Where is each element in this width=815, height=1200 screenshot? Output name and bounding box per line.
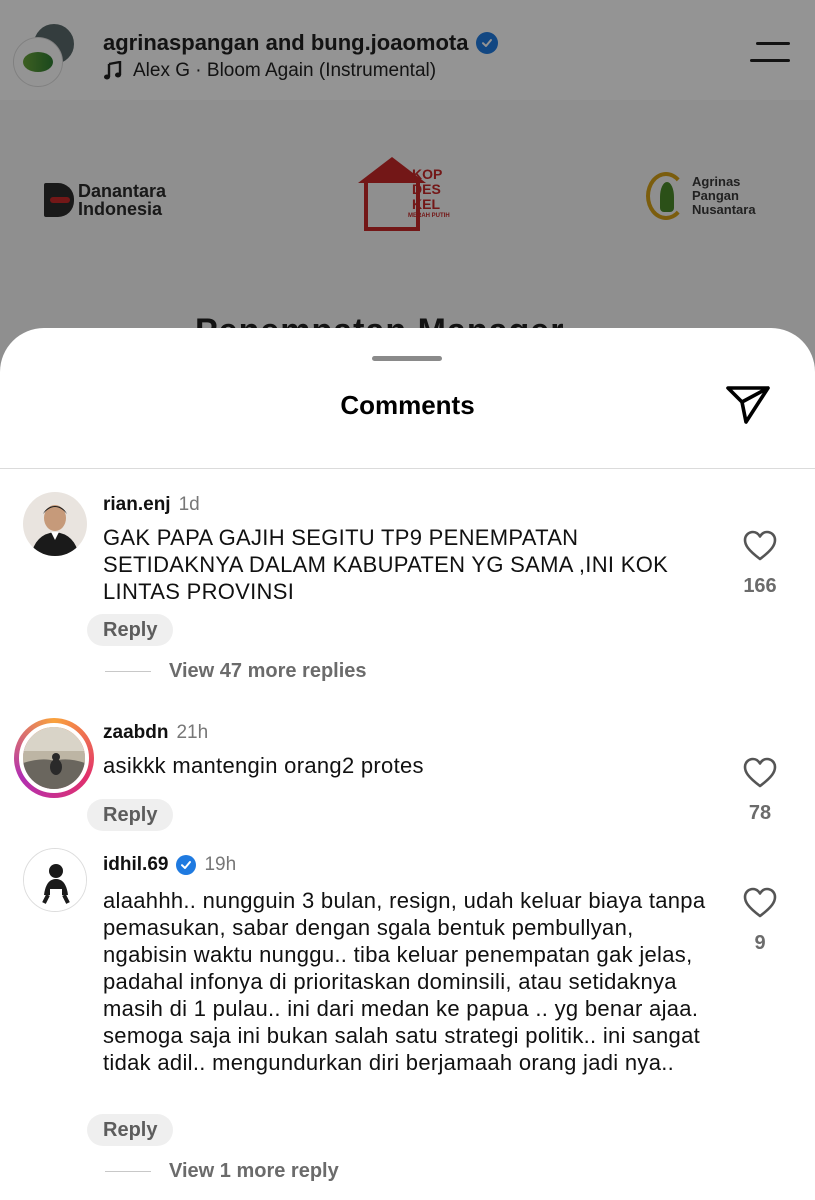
sheet-backdrop[interactable]: [0, 0, 815, 360]
comment-username[interactable]: zaabdn: [103, 722, 168, 744]
view-replies-button[interactable]: View 1 more reply: [105, 1160, 339, 1183]
comment-meta: idhil.69 19h: [103, 854, 236, 876]
comment-meta: zaabdn 21h: [103, 722, 208, 744]
like-button[interactable]: 166: [738, 530, 782, 598]
heart-icon: [743, 757, 777, 788]
like-button[interactable]: 9: [738, 887, 782, 955]
heart-icon: [743, 530, 777, 561]
divider: [0, 468, 815, 469]
sheet-title: Comments: [340, 390, 475, 420]
reply-button[interactable]: Reply: [87, 614, 174, 646]
divider-line: [105, 670, 151, 673]
comment-text: alaahhh.. nungguin 3 bulan, resign, udah…: [103, 888, 706, 1075]
reply-button[interactable]: Reply: [87, 799, 174, 831]
comment-username[interactable]: idhil.69: [103, 854, 168, 876]
like-button[interactable]: 78: [738, 757, 782, 825]
comment-time: 19h: [204, 854, 237, 875]
avatar[interactable]: [23, 848, 87, 912]
comment-time: 1d: [178, 494, 200, 515]
view-replies-button[interactable]: View 47 more replies: [105, 660, 367, 683]
comment-username[interactable]: rian.enj: [103, 494, 171, 516]
avatar-with-story-ring[interactable]: [14, 718, 94, 798]
reply-button[interactable]: Reply: [87, 1114, 174, 1146]
comment-meta: rian.enj 1d: [103, 494, 200, 516]
share-icon[interactable]: [724, 382, 772, 428]
verified-badge-icon: [176, 855, 197, 875]
sheet-grabber[interactable]: [372, 356, 442, 361]
comment-time: 21h: [176, 722, 209, 743]
view-replies-label: View 1 more reply: [169, 1160, 339, 1182]
avatar[interactable]: [23, 492, 87, 556]
comment-text: asikkk mantengin orang2 protes: [103, 753, 424, 778]
view-replies-label: View 47 more replies: [169, 660, 367, 682]
divider-line: [105, 1170, 151, 1173]
comments-sheet: Comments rian.enj 1d GAK PAPA GAJIH SEGI…: [0, 328, 815, 1200]
like-count: 78: [748, 802, 772, 824]
comment-text: GAK PAPA GAJIH SEGITU TP9 PENEMPATAN SET…: [103, 525, 669, 604]
heart-icon: [743, 887, 777, 918]
like-count: 166: [743, 575, 777, 597]
like-count: 9: [754, 932, 766, 954]
